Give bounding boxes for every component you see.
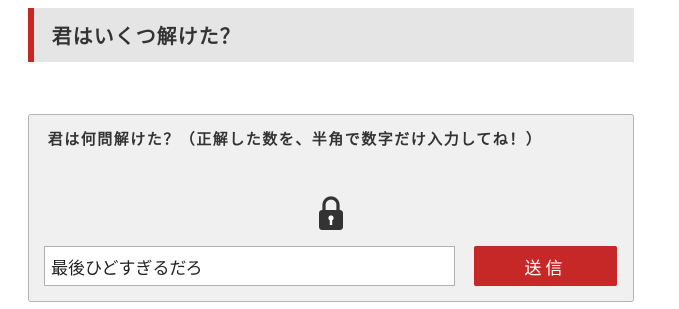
- quiz-form: 君は何問解けた？（正解した数を、半角で数字だけ入力してね！） 送信: [28, 114, 634, 302]
- answer-input[interactable]: [44, 246, 455, 286]
- section-header: 君はいくつ解けた？: [28, 8, 634, 62]
- submit-button[interactable]: 送信: [474, 246, 617, 286]
- lock-icon: [319, 196, 343, 230]
- question-text: 君は何問解けた？（正解した数を、半角で数字だけ入力してね！）: [48, 130, 543, 148]
- section-title: 君はいくつ解けた？: [52, 24, 241, 48]
